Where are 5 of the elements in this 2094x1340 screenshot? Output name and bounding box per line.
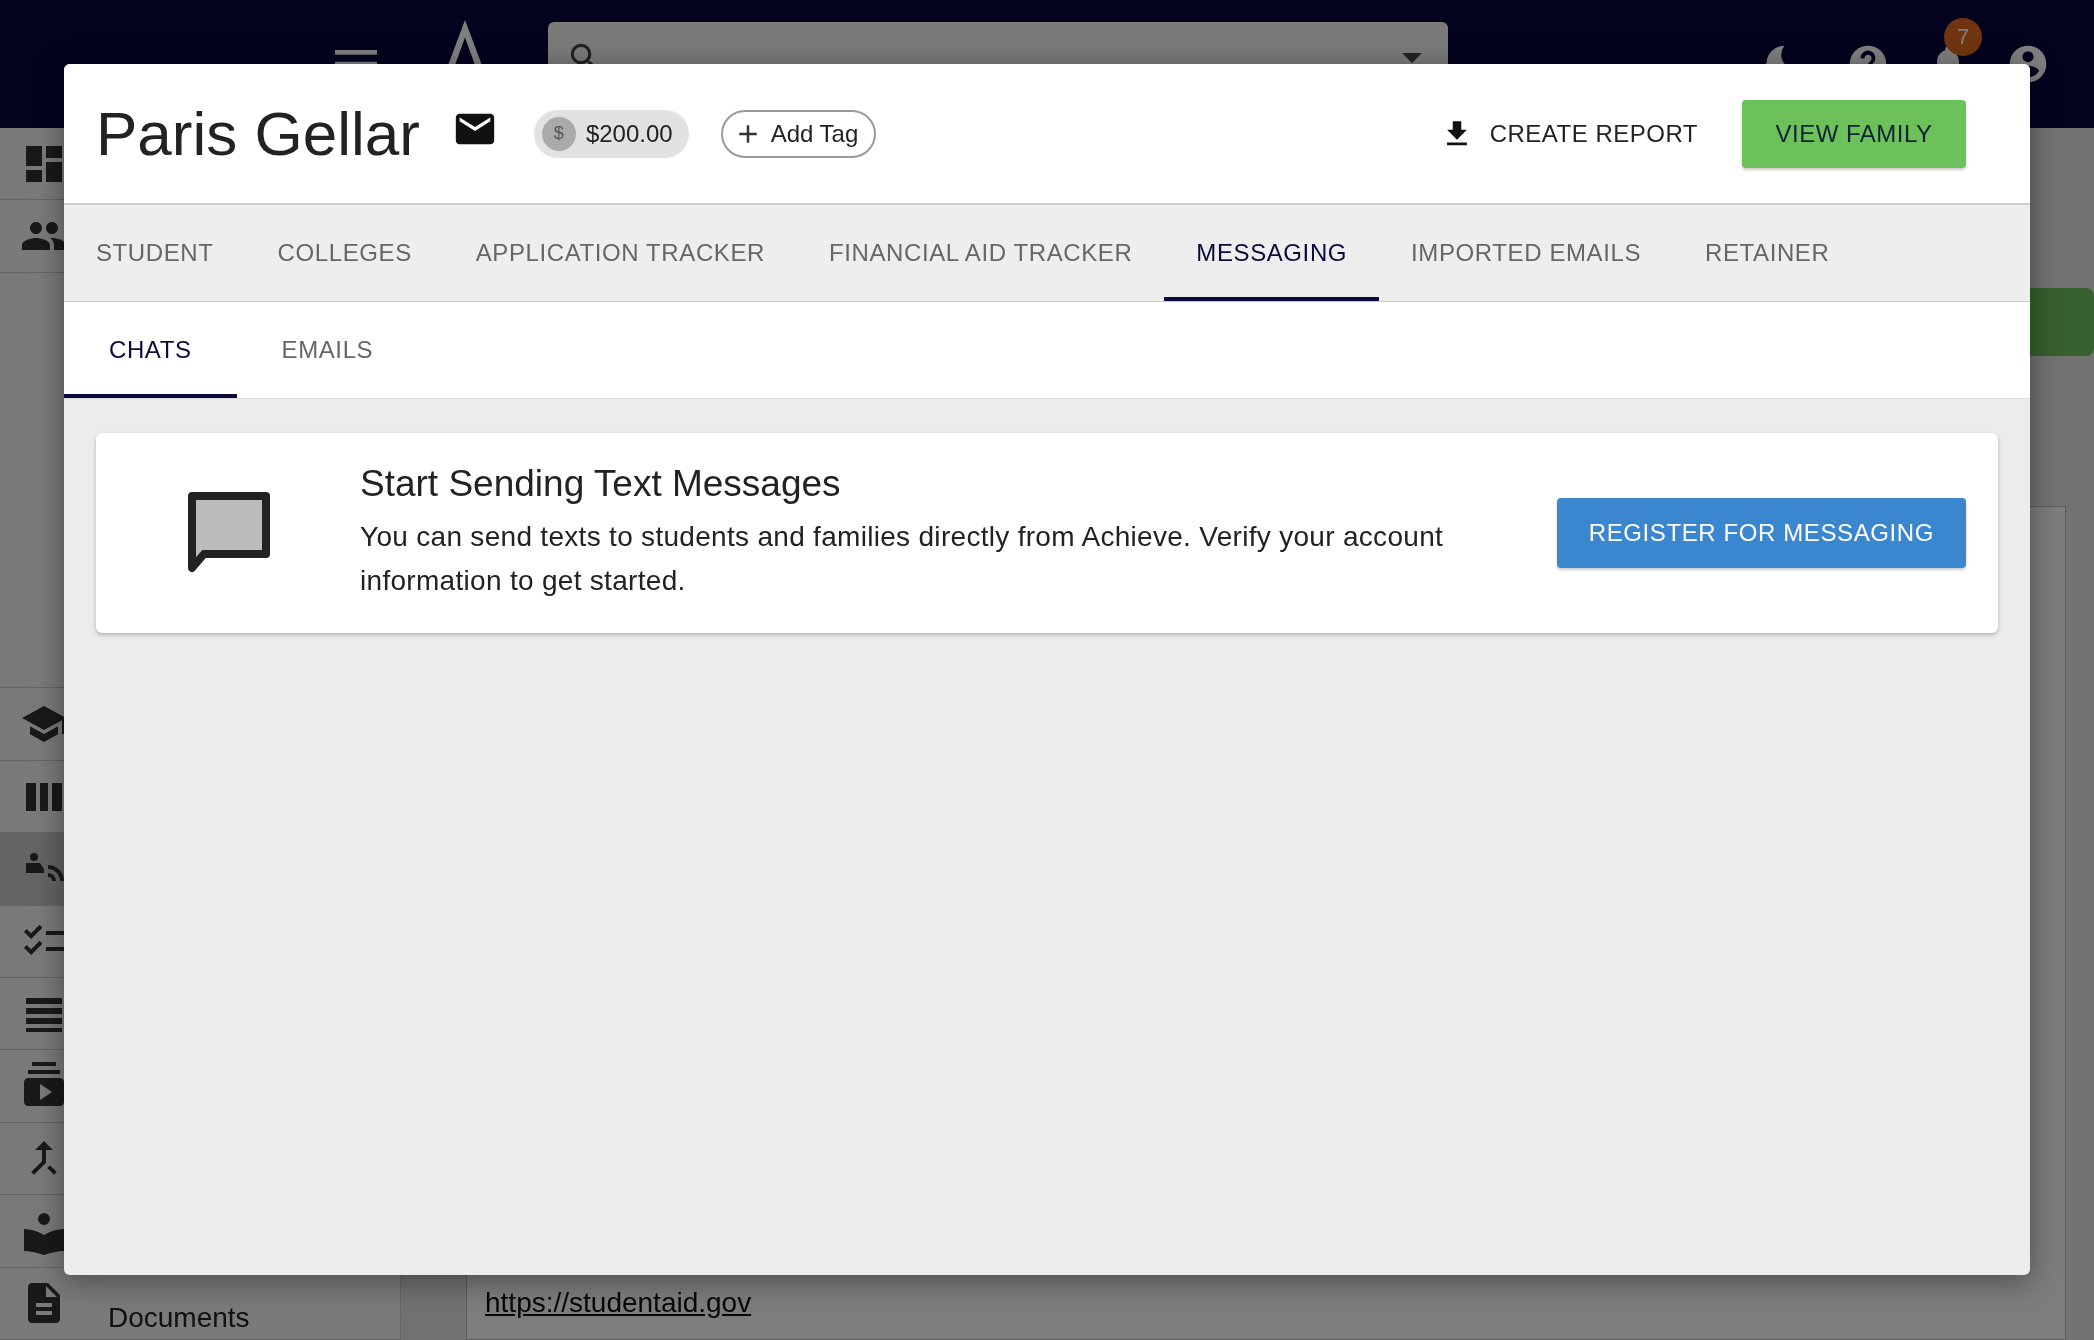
card-description: You can send texts to students and families directly from Achieve. Verify your account information to get started. xyxy=(360,520,1445,598)
card-heading: Start Sending Text Messages xyxy=(360,463,842,505)
student-name: Paris Gellar xyxy=(96,98,420,169)
dollar-avatar: $ xyxy=(541,116,576,151)
notification-badge: 7 xyxy=(1944,18,1982,56)
